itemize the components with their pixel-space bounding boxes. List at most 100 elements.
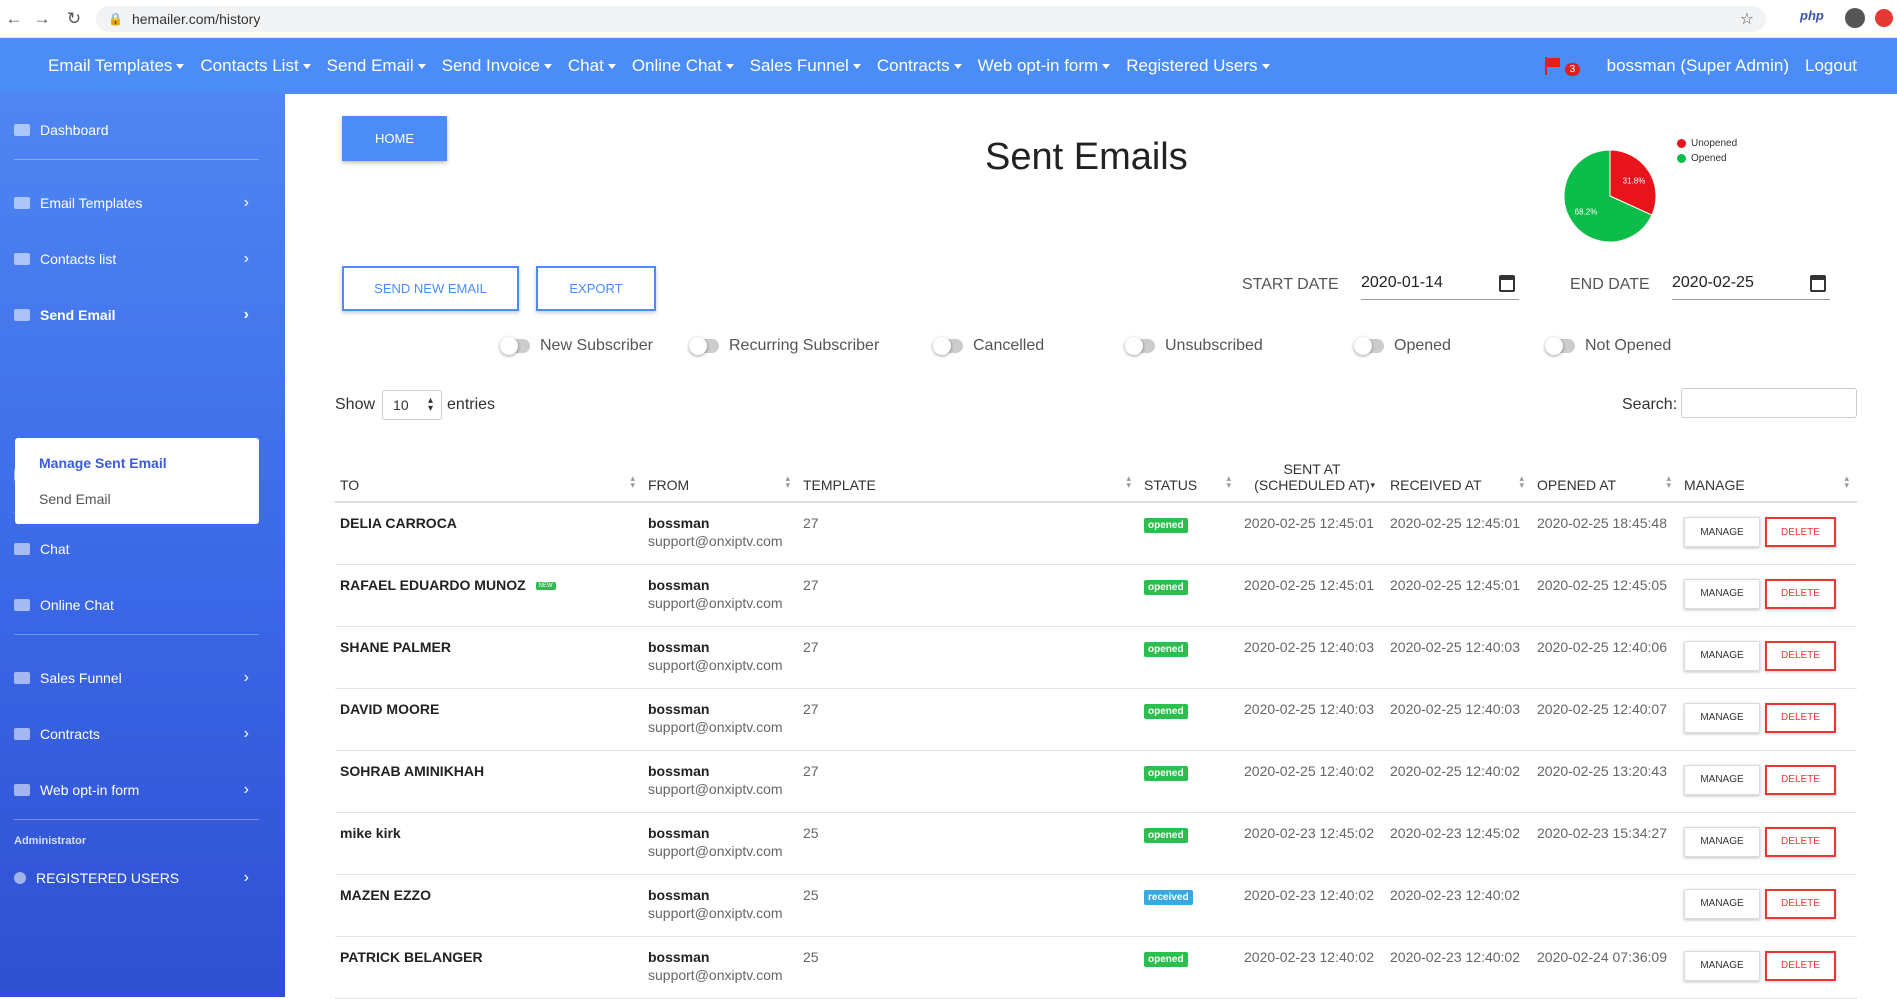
toggle-switch[interactable] [500, 337, 530, 355]
topnav-item-contracts[interactable]: Contracts [877, 56, 962, 76]
column-header-sent-at[interactable]: SENT AT (SCHEDULED AT) ▾ [1239, 442, 1385, 503]
cell-opened-at: 2020-02-23 15:34:27 [1532, 812, 1679, 875]
sender-name: bossman [648, 576, 710, 593]
column-header-received-at[interactable]: RECEIVED AT ▴ ▾ [1385, 442, 1532, 503]
caret-down-icon [543, 64, 552, 70]
delete-button[interactable]: DELETE [1765, 640, 1836, 671]
sender-email: support@onxiptv.com [648, 656, 783, 673]
cell-received-at: 2020-02-25 12:40:03 [1385, 626, 1532, 689]
sent-emails-table: TO ▴ ▾ FROM ▴ ▾ TEMPLATE ▴ ▾ STATUS ▴ ▾ SENT AT(… [335, 442, 1857, 999]
cell-received-at: 2020-02-23 12:40:02 [1385, 874, 1532, 937]
table-row: PATRICK BELANGER bossman support@onxiptv.c… [335, 936, 1857, 999]
home-button[interactable]: HOME [342, 116, 447, 161]
filter-cancelled[interactable]: Cancelled [933, 337, 1044, 355]
topnav-item-send-email[interactable]: Send Email [327, 56, 426, 76]
sidebar-item-send-email[interactable]: Send Email › [14, 300, 259, 330]
back-icon[interactable]: ← [0, 9, 28, 29]
search-input[interactable] [1681, 388, 1857, 418]
calendar-icon[interactable] [1499, 275, 1515, 292]
manage-button[interactable]: MANAGE [1684, 517, 1760, 547]
logout-link[interactable]: Logout [1805, 56, 1857, 76]
topnav-item-chat[interactable]: Chat [568, 56, 616, 76]
manage-button[interactable]: MANAGE [1684, 702, 1760, 733]
filter-opened[interactable]: Opened [1354, 337, 1451, 355]
filter-new-subscriber[interactable]: New Subscriber [500, 337, 653, 355]
cell-received-at: 2020-02-23 12:45:02 [1385, 812, 1532, 875]
manage-button[interactable]: MANAGE [1684, 764, 1760, 795]
toggle-switch[interactable] [1125, 337, 1155, 355]
notification-flag-icon[interactable]: 3 [1543, 57, 1581, 76]
sidebar-item-online-chat[interactable]: Online Chat [14, 590, 259, 620]
toggle-switch[interactable] [1545, 337, 1575, 355]
php-extension-icon[interactable]: php [1800, 8, 1824, 23]
manage-button[interactable]: MANAGE [1684, 578, 1760, 609]
delete-button[interactable]: DELETE [1765, 702, 1836, 733]
start-date-input[interactable]: 2020-01-14 [1361, 266, 1519, 300]
filter-unsubscribed[interactable]: Unsubscribed [1125, 337, 1263, 355]
table-body: DELIA CARROCA bossman support@onxiptv.com 2… [335, 502, 1857, 999]
export-button[interactable]: EXPORT [536, 266, 656, 311]
send-new-email-button[interactable]: SEND NEW EMAIL [342, 266, 519, 311]
topnav-item-email-templates[interactable]: Email Templates [48, 56, 185, 76]
column-header-opened-at[interactable]: OPENED AT ▴ ▾ [1532, 442, 1679, 503]
topnav-item-contacts-list[interactable]: Contacts List [200, 56, 311, 76]
column-header-status[interactable]: STATUS ▴ ▾ [1139, 442, 1239, 503]
topnav-item-registered-users[interactable]: Registered Users [1126, 56, 1270, 76]
topnav-item-send-invoice[interactable]: Send Invoice [442, 56, 552, 76]
calendar-icon[interactable] [1810, 275, 1826, 292]
sidebar-item-web-opt-in-form[interactable]: Web opt-in form › [14, 775, 259, 805]
sidebar-item-contracts[interactable]: Contracts › [14, 719, 259, 749]
profile-icon[interactable] [1845, 8, 1865, 28]
cell-received-at: 2020-02-25 12:40:02 [1385, 750, 1532, 813]
submenu-send-email[interactable]: Send Email [39, 491, 111, 507]
manage-button[interactable]: MANAGE [1684, 888, 1760, 919]
status-badge: opened [1144, 765, 1188, 781]
toggle-switch[interactable] [933, 337, 963, 355]
bookmark-star-icon[interactable]: ☆ [1740, 9, 1754, 29]
filter-recurring-subscriber[interactable]: Recurring Subscriber [689, 337, 879, 355]
url-text: hemailer.com/history [131, 11, 261, 27]
manage-button[interactable]: MANAGE [1684, 640, 1760, 671]
current-user[interactable]: bossman (Super Admin) [1607, 56, 1789, 76]
cell-sent-at: 2020-02-25 12:45:01 [1239, 564, 1385, 627]
sidebar: Dashboard Email Templates › Contacts list… [0, 94, 285, 997]
delete-button[interactable]: DELETE [1765, 826, 1836, 857]
manage-button[interactable]: MANAGE [1684, 826, 1760, 857]
sidebar-item-send-invoice[interactable]: Send Invoice › [14, 460, 259, 490]
sidebar-item-email-templates[interactable]: Email Templates › [14, 188, 259, 218]
entries-select[interactable]: 10 ▴ ▾ [382, 390, 443, 420]
sidebar-item-contacts-list[interactable]: Contacts list › [14, 244, 259, 274]
cell-status: opened [1139, 936, 1239, 999]
delete-button[interactable]: DELETE [1765, 888, 1836, 919]
column-header-from[interactable]: FROM ▴ ▾ [643, 442, 798, 503]
delete-button[interactable]: DELETE [1765, 764, 1836, 795]
extension-icon[interactable] [1875, 9, 1893, 27]
cell-from: bossman support@onxiptv.com [643, 564, 798, 627]
recipient-email [340, 597, 638, 607]
sidebar-item-chat[interactable]: Chat [14, 534, 259, 564]
topnav-item-sales-funnel[interactable]: Sales Funnel [750, 56, 861, 76]
cell-status: opened [1139, 564, 1239, 627]
toggle-switch[interactable] [689, 337, 719, 355]
topnav-item-online-chat[interactable]: Online Chat [632, 56, 734, 76]
filter-not-opened[interactable]: Not Opened [1545, 337, 1671, 355]
delete-button[interactable]: DELETE [1765, 950, 1836, 981]
delete-button[interactable]: DELETE [1765, 517, 1836, 547]
toggle-switch[interactable] [1354, 337, 1384, 355]
sidebar-item-registered-users[interactable]: REGISTERED USERS › [14, 863, 259, 893]
end-date-input[interactable]: 2020-02-25 [1672, 266, 1830, 300]
forward-icon[interactable]: → [28, 9, 56, 29]
reload-icon[interactable]: ↻ [60, 9, 88, 29]
sidebar-item-dashboard[interactable]: Dashboard [14, 115, 259, 145]
column-header-to[interactable]: TO ▴ ▾ [335, 442, 643, 503]
column-header-manage[interactable]: MANAGE ▴ ▾ [1679, 442, 1857, 503]
new-badge: NEW [535, 581, 556, 590]
sidebar-item-sales-funnel[interactable]: Sales Funnel › [14, 663, 259, 693]
delete-button[interactable]: DELETE [1765, 578, 1836, 609]
chevron-right-icon: › [243, 250, 249, 267]
recipient-name: DELIA CARROCA [340, 515, 457, 531]
address-bar[interactable]: 🔒 hemailer.com/history ☆ [96, 6, 1766, 32]
column-header-template[interactable]: TEMPLATE ▴ ▾ [798, 442, 1139, 503]
topnav-item-web-opt-in-form[interactable]: Web opt-in form [978, 56, 1111, 76]
manage-button[interactable]: MANAGE [1684, 950, 1760, 981]
